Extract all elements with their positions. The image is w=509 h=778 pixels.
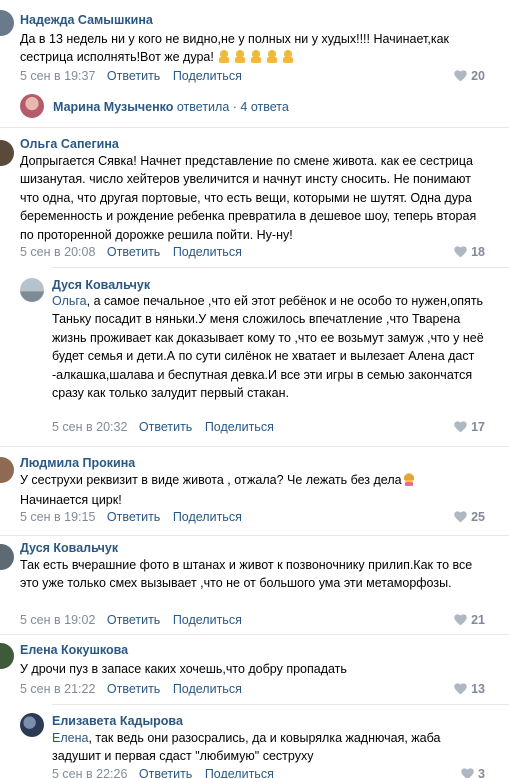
author-name[interactable]: Елена Кокушкова	[20, 643, 128, 657]
avatar[interactable]	[0, 140, 14, 166]
share-button[interactable]: Поделиться	[173, 245, 242, 259]
author-name[interactable]: Людмила Прокина	[20, 456, 135, 470]
comment-date[interactable]: 5 сен в 20:32	[52, 420, 127, 434]
heart-icon	[461, 768, 474, 778]
person-emoji-icon	[217, 49, 295, 68]
like-count: 25	[471, 510, 485, 524]
comment-text-body: , а самое печальное ,что ей этот ребёнок…	[52, 294, 484, 401]
comment-date[interactable]: 5 сен в 22:26	[52, 767, 127, 778]
like-count: 18	[471, 245, 485, 259]
girl-emoji-icon	[402, 472, 416, 491]
reply-button[interactable]: Ответить	[139, 420, 192, 434]
author-name[interactable]: Дуся Ковальчук	[20, 541, 118, 555]
thread-separator: ·	[232, 100, 237, 114]
share-button[interactable]: Поделиться	[173, 682, 242, 696]
comment-meta: 5 сен в 19:37 Ответить Поделиться	[20, 69, 242, 83]
avatar[interactable]	[0, 457, 14, 483]
like-button[interactable]: 17	[454, 420, 485, 434]
comment-date[interactable]: 5 сен в 19:02	[20, 613, 95, 627]
heart-icon	[454, 70, 467, 82]
comment-1: Надежда Самышкина Да в 13 недель ни у ко…	[0, 0, 509, 92]
like-button[interactable]: 20	[454, 69, 485, 83]
comment-meta: 5 сен в 21:22 Ответить Поделиться	[20, 682, 242, 696]
author-name[interactable]: Дуся Ковальчук	[52, 278, 150, 292]
share-button[interactable]: Поделиться	[205, 420, 274, 434]
avatar[interactable]	[20, 278, 44, 302]
heart-icon	[454, 683, 467, 695]
comment-meta: 5 сен в 19:02 Ответить Поделиться	[20, 613, 242, 627]
comment-5: Дуся Ковальчук Так есть вчерашние фото в…	[0, 536, 509, 633]
comment-meta: 5 сен в 22:26 Ответить Поделиться	[52, 767, 274, 778]
like-button[interactable]: 13	[454, 682, 485, 696]
avatar[interactable]	[20, 713, 44, 737]
comment-text-line2: Начинается цирк!	[20, 493, 122, 508]
comment-date[interactable]: 5 сен в 21:22	[20, 682, 95, 696]
comment-date[interactable]: 5 сен в 20:08	[20, 245, 95, 259]
thread-action: ответила	[176, 100, 230, 114]
like-count: 13	[471, 682, 485, 696]
share-button[interactable]: Поделиться	[173, 613, 242, 627]
like-count: 21	[471, 613, 485, 627]
comment-text-body: У сеструхи реквизит в виде живота , отжа…	[20, 473, 402, 487]
comment-text: Допрыгается Сявка! Начнет представление …	[20, 154, 477, 242]
reply-to-link[interactable]: Елена	[52, 731, 88, 745]
heart-icon	[454, 246, 467, 258]
comment-text: Так есть вчерашние фото в штанах и живот…	[20, 558, 473, 591]
avatar[interactable]	[20, 94, 44, 118]
replies-thread-link[interactable]: Марина Музыченко ответила · 4 ответа	[0, 92, 509, 124]
heart-icon	[454, 421, 467, 433]
comment-4: Людмила Прокина У сеструхи реквизит в ви…	[0, 447, 509, 533]
share-button[interactable]: Поделиться	[205, 767, 274, 778]
comment-text: У сеструхи реквизит в виде живота , отжа…	[20, 471, 490, 510]
comment-2: Ольга Сапегина Допрыгается Сявка! Начнет…	[0, 128, 509, 264]
reply-button[interactable]: Ответить	[139, 767, 192, 778]
like-count: 17	[471, 420, 485, 434]
like-button[interactable]: 3	[461, 767, 485, 778]
reply-button[interactable]: Ответить	[107, 69, 160, 83]
reply-button[interactable]: Ответить	[107, 682, 160, 696]
share-button[interactable]: Поделиться	[173, 510, 242, 524]
reply-button[interactable]: Ответить	[107, 613, 160, 627]
heart-icon	[454, 511, 467, 523]
like-count: 3	[478, 767, 485, 778]
comment-meta: 5 сен в 20:32 Ответить Поделиться	[52, 420, 274, 434]
like-button[interactable]: 25	[454, 510, 485, 524]
author-name[interactable]: Надежда Самышкина	[20, 13, 153, 27]
author-name[interactable]: Ольга Сапегина	[20, 137, 119, 151]
comment-6: Елена Кокушкова У дрочи пуз в запасе как…	[0, 635, 509, 703]
comment-text: Да в 13 недель ни у кого не видно,не у п…	[20, 30, 490, 69]
author-name[interactable]: Елизавета Кадырова	[52, 714, 183, 728]
reply-button[interactable]: Ответить	[107, 510, 160, 524]
comment-date[interactable]: 5 сен в 19:15	[20, 510, 95, 524]
comment-meta: 5 сен в 20:08 Ответить Поделиться	[20, 245, 242, 259]
thread-count[interactable]: 4 ответа	[240, 100, 288, 114]
heart-icon	[454, 614, 467, 626]
like-count: 20	[471, 69, 485, 83]
avatar[interactable]	[0, 10, 14, 36]
like-button[interactable]: 18	[454, 245, 485, 259]
share-button[interactable]: Поделиться	[173, 69, 242, 83]
reply-to-link[interactable]: Ольга	[52, 294, 87, 308]
comment-text: Елена, так ведь они разосрались, да и ко…	[52, 729, 492, 766]
avatar[interactable]	[0, 643, 14, 669]
comment-date[interactable]: 5 сен в 19:37	[20, 69, 95, 83]
comment-text: У дрочи пуз в запасе каких хочешь,что до…	[20, 662, 347, 676]
reply-button[interactable]: Ответить	[107, 245, 160, 259]
thread-author[interactable]: Марина Музыченко	[53, 100, 173, 114]
avatar[interactable]	[0, 544, 14, 570]
comment-7: Елизавета Кадырова Елена, так ведь они р…	[0, 705, 509, 778]
comment-text: Ольга, а самое печальное ,что ей этот ре…	[52, 292, 492, 402]
like-button[interactable]: 21	[454, 613, 485, 627]
comment-text-body: , так ведь они разосрались, да и ковырял…	[52, 731, 441, 764]
comment-meta: 5 сен в 19:15 Ответить Поделиться	[20, 510, 242, 524]
comment-3: Дуся Ковальчук Ольга, а самое печальное …	[0, 268, 509, 438]
